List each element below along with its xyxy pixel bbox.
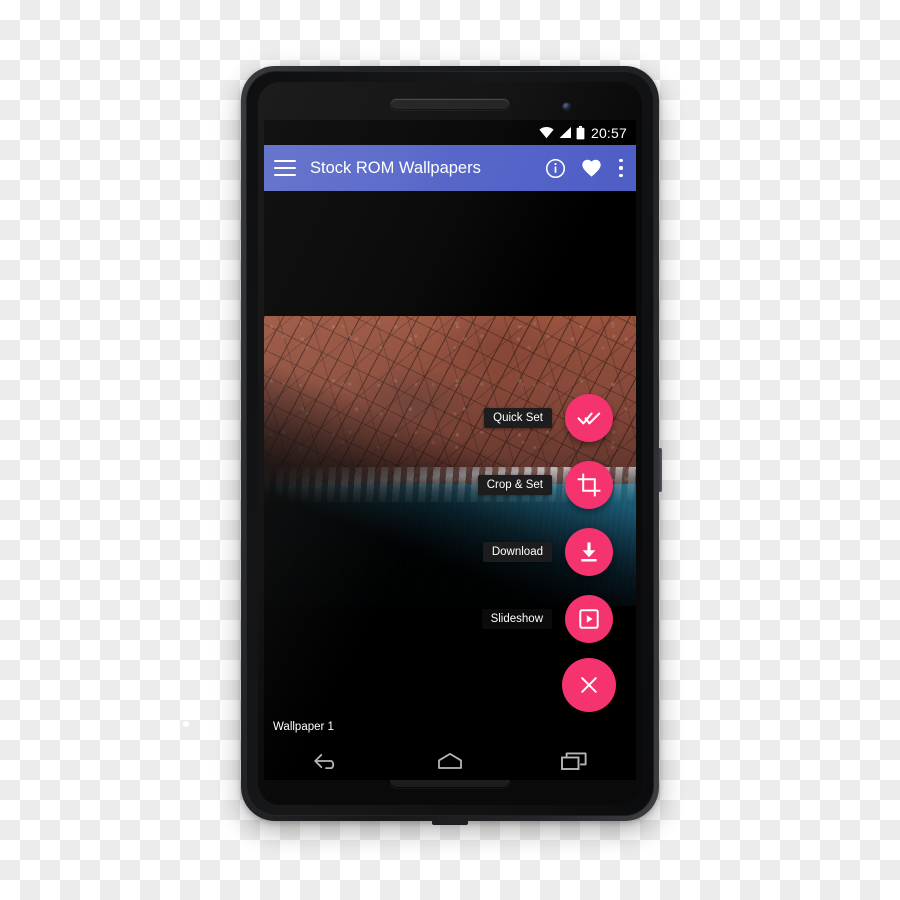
back-button[interactable]: [290, 742, 362, 780]
info-icon[interactable]: [545, 158, 566, 179]
status-bar-icons: [539, 125, 585, 140]
charging-port: [432, 820, 468, 825]
hamburger-menu-icon[interactable]: [274, 160, 296, 176]
battery-icon: [576, 125, 585, 139]
fab-label-crop-set[interactable]: Crop & Set: [477, 475, 552, 495]
home-icon: [438, 753, 462, 769]
fab-quick-set-button[interactable]: [565, 394, 613, 442]
page-indicator[interactable]: [0, 721, 372, 727]
app-title: Stock ROM Wallpapers: [310, 158, 481, 177]
status-bar-clock: 20:57: [590, 124, 627, 141]
fab-download-button[interactable]: [565, 528, 613, 576]
power-button[interactable]: [658, 448, 662, 492]
double-check-icon: [577, 412, 601, 425]
fab-label-download[interactable]: Download: [482, 542, 552, 562]
download-icon: [581, 542, 597, 562]
wifi-icon: [539, 127, 554, 139]
recents-icon: [561, 752, 587, 770]
front-camera-icon: [563, 103, 570, 110]
close-x-icon: [581, 677, 597, 693]
overflow-menu-icon[interactable]: [619, 159, 623, 177]
fab-label-slideshow[interactable]: Slideshow: [481, 609, 552, 629]
earpiece-speaker-grille: [391, 99, 509, 110]
page-dot-active[interactable]: [183, 721, 189, 727]
fab-crop-set-button[interactable]: [565, 461, 613, 509]
fab-close-button[interactable]: [562, 658, 616, 712]
app-bar: Stock ROM Wallpapers: [264, 145, 636, 191]
crop-icon: [577, 473, 601, 497]
fab-label-quick-set[interactable]: Quick Set: [484, 408, 552, 428]
recents-button[interactable]: [538, 742, 610, 780]
back-arrow-icon: [314, 754, 335, 770]
cellular-signal-icon: [559, 127, 571, 138]
slideshow-play-icon: [579, 609, 599, 629]
status-bar: 20:57: [264, 120, 636, 145]
heart-icon[interactable]: [580, 158, 603, 179]
home-button[interactable]: [414, 742, 486, 780]
android-navigation-bar: [264, 742, 636, 780]
fab-slideshow-button[interactable]: [565, 595, 613, 643]
